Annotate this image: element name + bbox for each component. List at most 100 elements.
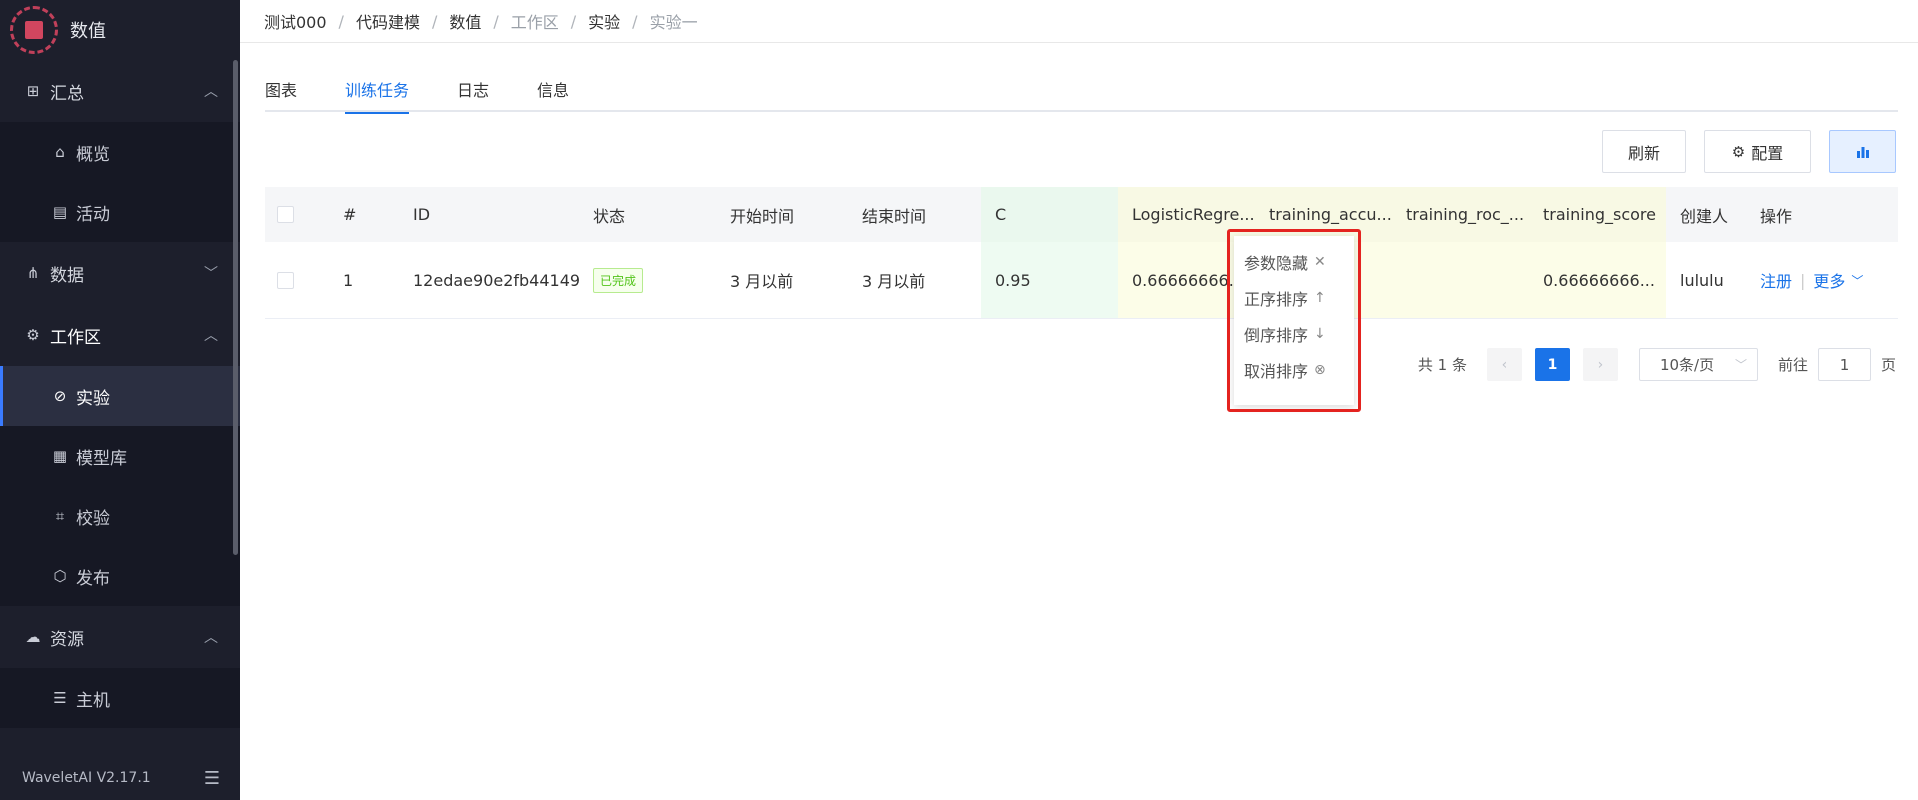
breadcrumb-separator: / — [338, 11, 344, 31]
tab-training-tasks[interactable]: 训练任务 — [345, 66, 410, 114]
breadcrumb-separator: / — [431, 11, 438, 31]
header-ops: 操作 — [1760, 206, 1793, 226]
app-version: WaveletAI V2.17.1 — [22, 770, 151, 786]
breadcrumb-item[interactable]: 代码建模 — [356, 9, 420, 33]
sidebar-item-host[interactable]: ☰ 主机 — [0, 668, 240, 728]
breadcrumb: 测试000 / 代码建模 / 数值 / 工作区 / 实验 / 实验一 — [240, 0, 1918, 43]
cloud-icon: ☁ — [25, 628, 41, 646]
sidebar-item-label: 概览 — [76, 144, 110, 165]
sidebar-item-validate[interactable]: ⌗ 校验 — [0, 486, 240, 546]
sidebar-item-label: 发布 — [76, 568, 110, 589]
header-metric-roc[interactable]: training_roc_... — [1392, 187, 1529, 242]
nav-group-label: 工作区 — [50, 327, 101, 348]
sidebar-item-publish[interactable]: ⬡ 发布 — [0, 546, 240, 606]
package-icon: ⬡ — [53, 567, 67, 585]
tab-logs[interactable]: 日志 — [457, 66, 489, 112]
header-num: # — [343, 205, 357, 224]
status-badge: 已完成 — [593, 267, 644, 293]
page-number[interactable]: 1 — [1534, 348, 1570, 381]
tab-info[interactable]: 信息 — [537, 66, 569, 112]
select-all-cell — [265, 187, 329, 242]
breadcrumb-current: 实验一 — [649, 13, 698, 32]
row-start-time: 3 月以前 — [730, 272, 794, 291]
row-metric-score: 0.66666666... — [1529, 242, 1666, 318]
nav-group-label: 数据 — [50, 265, 84, 286]
row-num: 1 — [343, 270, 354, 290]
row-end-time: 3 月以前 — [862, 272, 926, 291]
goto-page-input[interactable] — [1817, 348, 1871, 381]
nav-group-workspace[interactable]: ⚙ 工作区 ︿ — [0, 304, 240, 366]
row-status-cell: 已完成 — [579, 242, 716, 318]
select-all-checkbox[interactable] — [277, 206, 294, 223]
breadcrumb-item: 工作区 — [510, 13, 559, 32]
sidebar-item-label: 模型库 — [76, 448, 127, 469]
table-header: # ID 状态 开始时间 结束时间 C LogisticRegre... tra… — [265, 187, 1898, 242]
next-page-button[interactable]: › — [1582, 348, 1618, 381]
pagination: 共 1 条 ‹ 1 › 10条/页 ﹀ 前往 页 — [1418, 348, 1896, 381]
config-button-label: 配置 — [1751, 143, 1784, 163]
sidebar-footer: WaveletAI V2.17.1 ☰ — [0, 756, 240, 800]
sidebar-item-experiment[interactable]: ⊘ 实验 — [0, 366, 240, 426]
sidebar-item-activity[interactable]: ▤ 活动 — [0, 182, 240, 242]
refresh-button[interactable]: 刷新 — [1602, 130, 1686, 173]
activity-icon: ▤ — [52, 203, 68, 221]
row-select-cell — [265, 242, 329, 318]
sidebar-scrollbar[interactable] — [233, 60, 238, 555]
sidebar-item-label: 活动 — [76, 204, 110, 225]
header-end-time[interactable]: 结束时间 — [848, 187, 981, 242]
config-button[interactable]: ⚙ 配置 — [1704, 130, 1811, 173]
nav-group-label: 汇总 — [50, 83, 84, 104]
sidebar-item-label: 实验 — [76, 388, 110, 409]
server-icon: ☰ — [53, 689, 67, 707]
logo-row: 数值 — [0, 0, 240, 60]
prev-page-button[interactable]: ‹ — [1486, 348, 1522, 381]
table-row: 1 12edae90e2fb44149c3da06da24c1912 已完成 3… — [265, 242, 1898, 319]
row-checkbox[interactable] — [277, 271, 294, 289]
header-metric-score[interactable]: training_score — [1529, 187, 1666, 242]
sidebar: 数值 ⊞ 汇总 ︿ ⌂ 概览 ▤ 活动 ⋔ 数据 ﹀ ⚙ 工作区 ︿ ⊘ 实验 … — [0, 0, 240, 800]
app-name: 数值 — [70, 21, 106, 42]
app-logo-icon — [10, 6, 58, 54]
breadcrumb-item[interactable]: 实验 — [588, 9, 620, 33]
chevron-up-icon: ︿ — [204, 630, 218, 646]
sidebar-item-model-library[interactable]: ▦ 模型库 — [0, 426, 240, 486]
training-task-table: # ID 状态 开始时间 结束时间 C LogisticRegre... tra… — [265, 187, 1898, 319]
more-dropdown[interactable]: 更多 — [1813, 268, 1845, 292]
chart-view-button[interactable] — [1829, 130, 1896, 173]
gear-icon: ⚙ — [1731, 142, 1746, 161]
breadcrumb-item[interactable]: 测试000 — [264, 9, 327, 33]
nav-group-resources[interactable]: ☁ 资源 ︿ — [0, 606, 240, 668]
register-link[interactable]: 注册 — [1760, 268, 1792, 292]
grid-icon: ⊞ — [26, 82, 40, 100]
header-creator: 创建人 — [1680, 206, 1729, 226]
header-id: ID — [413, 205, 431, 224]
page-size-select[interactable]: 10条/页 ﹀ — [1638, 348, 1758, 381]
row-ops: 注册 | 更多 ﹀ — [1746, 242, 1898, 318]
page-suffix: 页 — [1880, 356, 1896, 374]
bar-chart-icon — [1856, 146, 1869, 158]
sidebar-item-label: 主机 — [76, 690, 110, 711]
ops-divider: | — [1800, 270, 1806, 290]
toolbar: 刷新 ⚙ 配置 — [1602, 130, 1896, 173]
header-param-c[interactable]: C — [981, 187, 1118, 242]
tab-bar: 图表 训练任务 日志 信息 — [265, 66, 1898, 114]
collapse-sidebar-icon[interactable]: ☰ — [204, 768, 220, 789]
experiment-icon: ⊘ — [53, 387, 67, 405]
breadcrumb-item[interactable]: 数值 — [449, 9, 481, 33]
row-metric-roc — [1392, 242, 1529, 318]
row-param-c: 0.95 — [981, 242, 1118, 318]
total-count: 共 1 条 — [1417, 356, 1467, 374]
header-status: 状态 — [593, 206, 626, 226]
nav-group-data[interactable]: ⋔ 数据 ﹀ — [0, 242, 240, 304]
page-size-value: 10条/页 — [1659, 356, 1715, 374]
header-start-time[interactable]: 开始时间 — [716, 187, 848, 242]
chevron-down-icon: ﹀ — [1734, 358, 1747, 372]
chevron-down-icon[interactable]: ﹀ — [1851, 272, 1863, 289]
model-library-icon: ▦ — [52, 447, 68, 465]
tab-charts[interactable]: 图表 — [265, 66, 297, 112]
breadcrumb-separator: / — [570, 11, 577, 31]
nav-group-summary[interactable]: ⊞ 汇总 ︿ — [0, 60, 240, 122]
data-tree-icon: ⋔ — [26, 264, 40, 282]
sidebar-item-overview[interactable]: ⌂ 概览 — [0, 122, 240, 182]
row-id[interactable]: 12edae90e2fb44149c3da06da24c1912 — [399, 242, 579, 318]
